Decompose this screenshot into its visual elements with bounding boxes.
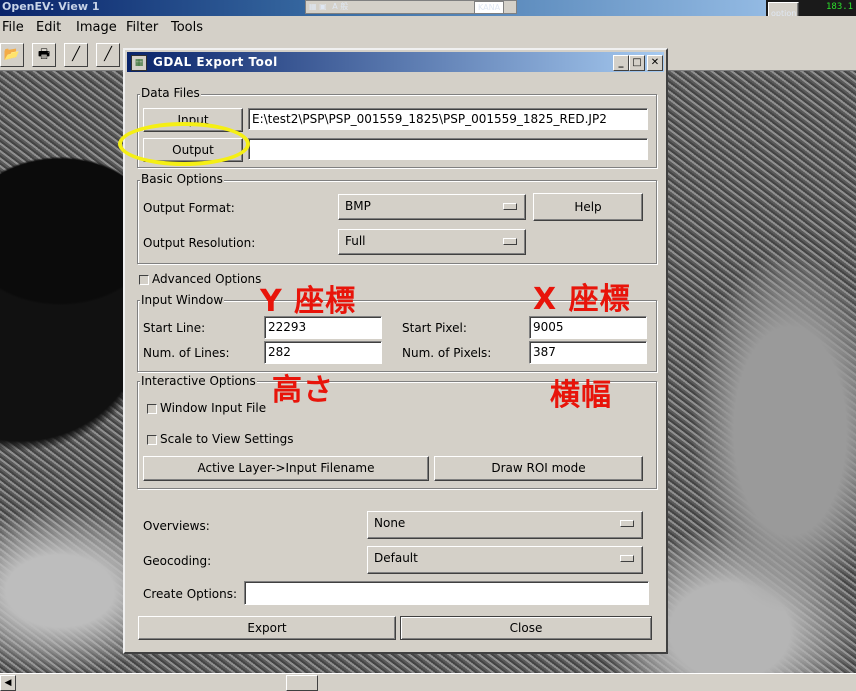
checkbox-icon [139, 274, 149, 285]
maximize-icon[interactable]: □ [629, 55, 645, 71]
draw-roi-button[interactable]: Draw ROI mode [434, 456, 643, 481]
input-window-legend: Input Window [140, 293, 225, 307]
horizontal-scrollbar[interactable]: ◀ [0, 673, 856, 691]
dialog-title: GDAL Export Tool [153, 55, 278, 69]
annotation-x-coord: X 座標 [533, 282, 631, 317]
window-input-file-checkbox[interactable]: Window Input File [147, 401, 266, 415]
output-resolution-select[interactable]: Full [338, 229, 526, 255]
basic-options-legend: Basic Options [140, 172, 224, 186]
data-files-legend: Data Files [140, 86, 201, 100]
geocoding-label: Geocoding: [143, 554, 212, 568]
advanced-options-checkbox[interactable]: Advanced Options [139, 272, 261, 286]
dialog-title-bar[interactable]: ▦ GDAL Export Tool _ □ ✕ [127, 52, 664, 72]
advanced-options-label: Advanced Options [152, 272, 262, 286]
start-pixel-label: Start Pixel: [402, 321, 467, 335]
output-format-value: BMP [345, 199, 371, 213]
num-lines-field[interactable]: 282 [264, 341, 382, 364]
export-button[interactable]: Export [138, 616, 396, 640]
create-options-label: Create Options: [143, 587, 238, 601]
annotation-width: 横幅 [550, 378, 612, 413]
output-highlight-circle [118, 122, 250, 166]
scale-to-view-checkbox[interactable]: Scale to View Settings [147, 432, 293, 446]
dropdown-indicator-icon [620, 520, 634, 527]
open-folder-icon[interactable]: 📂 [0, 43, 24, 67]
system-tray: option 183.1 [766, 0, 856, 26]
dropdown-indicator-icon [503, 203, 517, 210]
menu-edit[interactable]: Edit [36, 20, 61, 35]
output-file-field[interactable] [248, 138, 648, 160]
close-button[interactable]: Close [400, 616, 652, 640]
ime-mode: A 般 [332, 2, 349, 11]
help-button[interactable]: Help [533, 193, 643, 221]
dropdown-indicator-icon [503, 238, 517, 245]
active-layer-button[interactable]: Active Layer->Input Filename [143, 456, 429, 481]
menu-tools[interactable]: Tools [171, 20, 203, 35]
checkbox-icon [147, 403, 157, 414]
start-line-label: Start Line: [143, 321, 206, 335]
ime-toolbar[interactable]: ▦ ▣ A 般 KANA [305, 0, 517, 14]
kana-selector[interactable]: KANA [474, 1, 505, 14]
print-icon[interactable]: 🖶 [32, 43, 56, 67]
geocoding-select[interactable]: Default [367, 546, 643, 574]
overviews-value: None [374, 516, 406, 530]
close-icon[interactable]: ✕ [647, 55, 663, 71]
create-options-field[interactable] [244, 581, 649, 605]
menu-file[interactable]: File [2, 20, 24, 35]
menu-image[interactable]: Image [76, 20, 117, 35]
draw-line-alt-icon[interactable]: ╱ [96, 43, 120, 67]
ime-icons: ▦ ▣ [309, 2, 330, 11]
minimize-icon[interactable]: _ [613, 55, 629, 71]
num-pixels-field[interactable]: 387 [529, 341, 647, 364]
annotation-height: 高さ [272, 373, 334, 408]
num-lines-label: Num. of Lines: [143, 346, 230, 360]
interactive-options-legend: Interactive Options [140, 374, 257, 388]
scroll-left-icon[interactable]: ◀ [0, 675, 16, 691]
background-title-bar: OpenEV: View 1 ▦ ▣ A 般 KANA option 183.1 [0, 0, 856, 26]
input-file-field[interactable]: E:\test2\PSP\PSP_001559_1825\PSP_001559_… [248, 108, 648, 130]
tray-readout: 183.1 [826, 2, 854, 12]
annotation-y-coord: Y 座標 [260, 284, 357, 319]
output-format-select[interactable]: BMP [338, 194, 526, 220]
checkbox-icon [147, 434, 157, 445]
overviews-label: Overviews: [143, 519, 210, 533]
geocoding-value: Default [374, 551, 418, 565]
window-input-file-label: Window Input File [160, 401, 267, 415]
background-window-title: OpenEV: View 1 [2, 0, 100, 13]
scale-to-view-label: Scale to View Settings [160, 432, 294, 446]
output-resolution-label: Output Resolution: [143, 236, 256, 250]
menu-filter[interactable]: Filter [126, 20, 158, 35]
dropdown-indicator-icon [620, 555, 634, 562]
app-icon: ▦ [131, 55, 147, 71]
start-pixel-field[interactable]: 9005 [529, 316, 647, 339]
num-pixels-label: Num. of Pixels: [402, 346, 492, 360]
scroll-thumb[interactable] [286, 675, 318, 691]
output-resolution-value: Full [345, 234, 366, 248]
menu-bar: File Edit Image Filter Tools [0, 16, 856, 38]
draw-line-icon[interactable]: ╱ [64, 43, 88, 67]
output-format-label: Output Format: [143, 201, 235, 215]
overviews-select[interactable]: None [367, 511, 643, 539]
